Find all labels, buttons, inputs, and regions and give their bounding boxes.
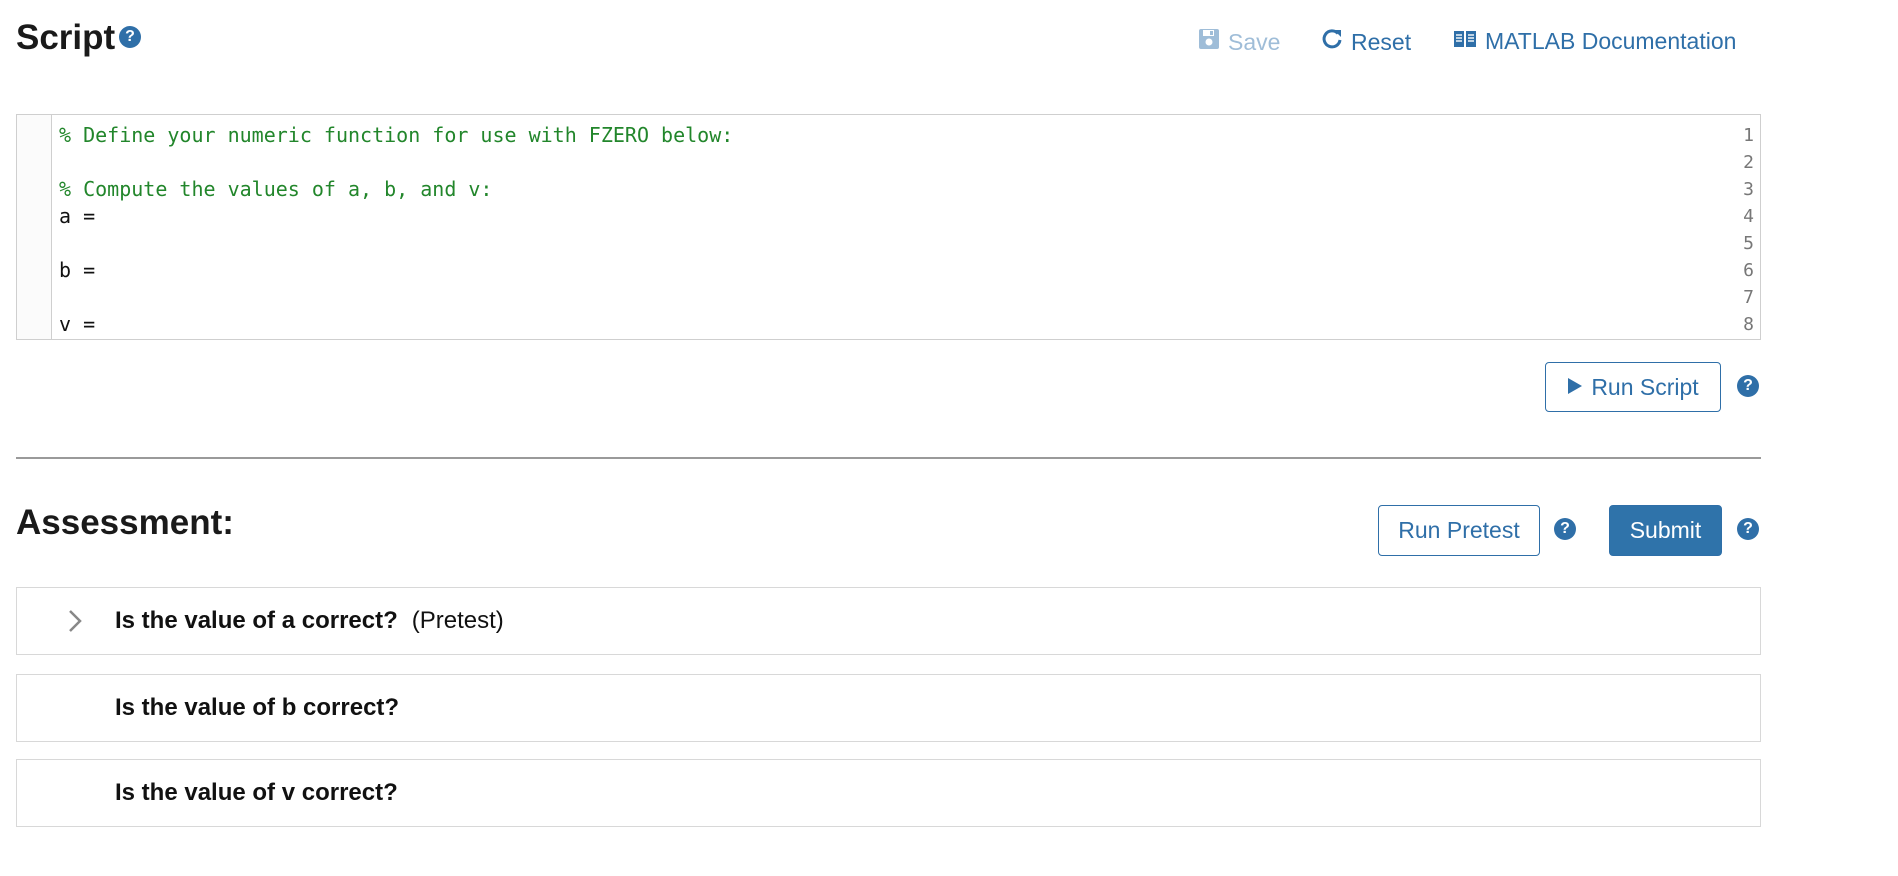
script-help-icon[interactable]: ? <box>119 26 141 48</box>
line-number: 8 <box>1743 314 1754 335</box>
editor-line[interactable]: 8 v = <box>17 311 1760 338</box>
play-icon <box>1567 374 1583 401</box>
assessment-item-b: Is the value of b correct? <box>16 674 1761 742</box>
code-text[interactable]: % Define your numeric function for use w… <box>59 122 733 149</box>
editor-line[interactable]: 1 % Define your numeric function for use… <box>17 122 1760 149</box>
editor-line[interactable]: 2 <box>17 149 1760 176</box>
assessment-question: Is the value of a correct? <box>115 607 398 634</box>
assessment-item-a[interactable]: Is the value of a correct? (Pretest) <box>16 587 1761 655</box>
editor-line[interactable]: 4 a = <box>17 203 1760 230</box>
pretest-help-icon[interactable]: ? <box>1554 518 1576 540</box>
pretest-tag: (Pretest) <box>411 607 504 634</box>
line-number: 6 <box>1743 260 1754 281</box>
editor-line[interactable]: 5 <box>17 230 1760 257</box>
save-button[interactable]: Save <box>1198 28 1280 56</box>
matlab-documentation-link[interactable]: MATLAB Documentation <box>1453 28 1736 55</box>
run-script-button[interactable]: Run Script <box>1545 362 1721 412</box>
section-divider <box>16 457 1761 459</box>
floppy-disk-icon <box>1198 28 1220 56</box>
reset-label: Reset <box>1351 28 1412 55</box>
assessment-question: Is the value of b correct? <box>115 694 400 721</box>
assessment-item-v: Is the value of v correct? <box>16 759 1761 827</box>
run-script-help-icon[interactable]: ? <box>1737 375 1759 397</box>
book-icon <box>1453 28 1477 55</box>
code-editor[interactable]: 1 % Define your numeric function for use… <box>16 114 1761 340</box>
editor-line[interactable]: 6 b = <box>17 257 1760 284</box>
code-text[interactable]: v = <box>59 311 95 338</box>
assessment-title: Assessment: <box>16 503 234 542</box>
doc-label: MATLAB Documentation <box>1485 28 1737 54</box>
editor-line[interactable]: 3 % Compute the values of a, b, and v: <box>17 176 1760 203</box>
line-number: 5 <box>1743 233 1754 254</box>
run-script-label: Run Script <box>1591 373 1699 400</box>
submit-help-icon[interactable]: ? <box>1737 518 1759 540</box>
chevron-right-icon[interactable] <box>63 608 87 634</box>
page-title: Script <box>16 18 116 57</box>
run-pretest-button[interactable]: Run Pretest <box>1378 505 1540 556</box>
reset-button[interactable]: Reset <box>1321 28 1411 56</box>
editor-line[interactable]: 7 <box>17 284 1760 311</box>
assessment-item-label: Is the value of v correct? <box>115 760 398 826</box>
line-number: 2 <box>1743 152 1754 173</box>
line-number: 7 <box>1743 287 1754 308</box>
submit-button[interactable]: Submit <box>1609 505 1722 556</box>
code-text[interactable]: % Compute the values of a, b, and v: <box>59 176 492 203</box>
assessment-item-label: Is the value of a correct? (Pretest) <box>115 588 504 654</box>
code-text[interactable]: b = <box>59 257 95 284</box>
line-number: 3 <box>1743 179 1754 200</box>
assessment-item-label: Is the value of b correct? <box>115 675 399 741</box>
save-label: Save <box>1228 28 1281 55</box>
code-text[interactable]: a = <box>59 203 95 230</box>
assessment-question: Is the value of v correct? <box>115 779 398 806</box>
rotate-right-icon <box>1321 28 1343 56</box>
line-number: 1 <box>1743 125 1754 146</box>
line-number: 4 <box>1743 206 1754 227</box>
